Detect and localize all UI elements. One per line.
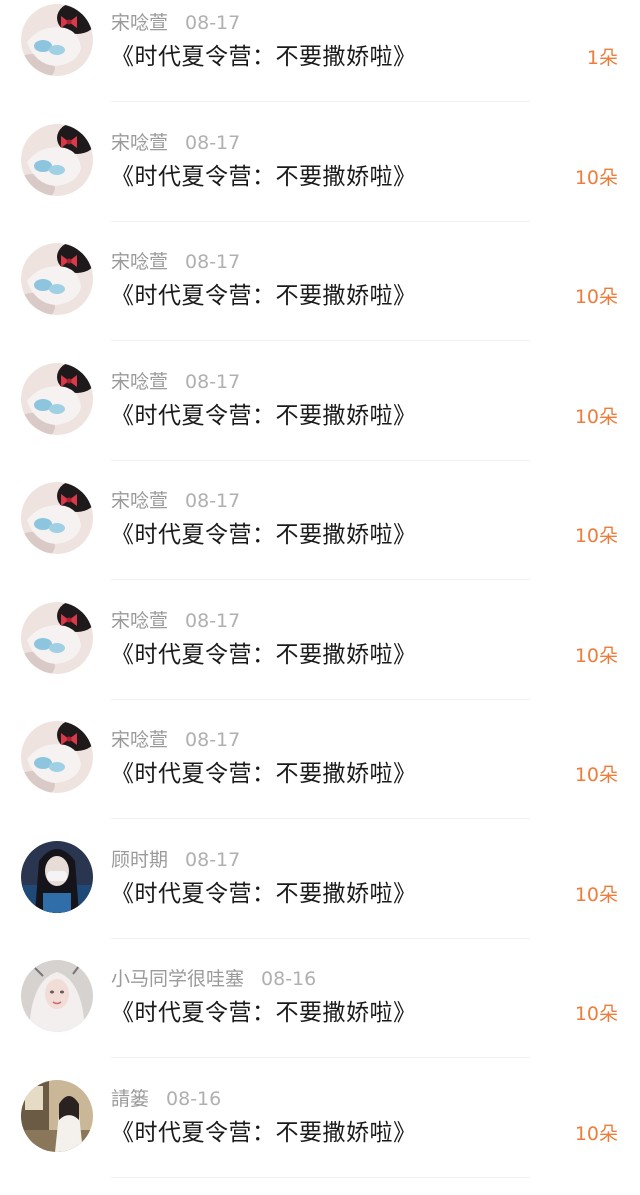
gift-amount: 10朵 [575,165,618,191]
avatar[interactable] [21,721,93,793]
send-date: 08-16 [261,968,316,990]
gift-amount: 10朵 [575,1121,618,1147]
gift-amount: 10朵 [575,882,618,908]
avatar[interactable] [21,243,93,315]
avatar[interactable] [21,602,93,674]
work-title: 《时代夏令营：不要撒娇啦》 [111,162,417,192]
gift-amount: 1朵 [587,45,618,71]
work-title: 《时代夏令营：不要撒娇啦》 [111,520,417,550]
row-divider [111,1177,530,1178]
avatar[interactable] [21,482,93,554]
list-item[interactable]: 宋唸萱 08-17 《时代夏令营：不要撒娇啦》 10朵 [0,598,640,718]
send-date: 08-17 [185,490,240,512]
sender-name[interactable]: 宋唸萱 [111,12,168,34]
avatar[interactable] [21,841,93,913]
work-title: 《时代夏令营：不要撒娇啦》 [111,1118,417,1148]
row-divider [111,221,530,222]
row-divider [111,699,530,700]
row-divider [111,340,530,341]
list-item[interactable]: 請篓 08-16 《时代夏令营：不要撒娇啦》 10朵 [0,1076,640,1195]
work-title: 《时代夏令营：不要撒娇啦》 [111,281,417,311]
gift-amount: 10朵 [575,762,618,788]
list-item[interactable]: 宋唸萱 08-17 《时代夏令营：不要撒娇啦》 10朵 [0,717,640,837]
row-divider [111,938,530,939]
list-item[interactable]: 小马同学很哇塞 08-16 《时代夏令营：不要撒娇啦》 10朵 [0,956,640,1076]
sender-name[interactable]: 請篓 [111,1088,149,1110]
row-divider [111,818,530,819]
sender-meta: 請篓 08-16 [111,1087,221,1111]
sender-meta: 小马同学很哇塞 08-16 [111,967,316,991]
sender-meta: 宋唸萱 08-17 [111,11,240,35]
sender-meta: 宋唸萱 08-17 [111,131,240,155]
work-title: 《时代夏令营：不要撒娇啦》 [111,879,417,909]
send-date: 08-17 [185,729,240,751]
row-divider [111,460,530,461]
send-date: 08-16 [166,1088,221,1110]
avatar[interactable] [21,124,93,196]
sender-meta: 顾时期 08-17 [111,848,240,872]
avatar[interactable] [21,1080,93,1152]
sender-name[interactable]: 宋唸萱 [111,610,168,632]
work-title: 《时代夏令营：不要撒娇啦》 [111,401,417,431]
sender-name[interactable]: 宋唸萱 [111,729,168,751]
list-item[interactable]: 宋唸萱 08-17 《时代夏令营：不要撒娇啦》 10朵 [0,359,640,479]
send-date: 08-17 [185,12,240,34]
gift-amount: 10朵 [575,284,618,310]
row-divider [111,1057,530,1058]
row-divider [111,579,530,580]
work-title: 《时代夏令营：不要撒娇啦》 [111,640,417,670]
gift-amount: 10朵 [575,1001,618,1027]
work-title: 《时代夏令营：不要撒娇啦》 [111,759,417,789]
row-divider [111,101,530,102]
work-title: 《时代夏令营：不要撒娇啦》 [111,998,417,1028]
send-date: 08-17 [185,610,240,632]
avatar[interactable] [21,363,93,435]
sender-name[interactable]: 宋唸萱 [111,490,168,512]
sender-meta: 宋唸萱 08-17 [111,609,240,633]
sender-meta: 宋唸萱 08-17 [111,489,240,513]
send-date: 08-17 [185,371,240,393]
sender-meta: 宋唸萱 08-17 [111,250,240,274]
sender-name[interactable]: 顾时期 [111,849,168,871]
list-item[interactable]: 顾时期 08-17 《时代夏令营：不要撒娇啦》 10朵 [0,837,640,957]
gift-amount: 10朵 [575,404,618,430]
send-date: 08-17 [185,849,240,871]
list-item[interactable]: 宋唸萱 08-17 《时代夏令营：不要撒娇啦》 10朵 [0,120,640,240]
send-date: 08-17 [185,132,240,154]
list-item[interactable]: 宋唸萱 08-17 《时代夏令营：不要撒娇啦》 10朵 [0,478,640,598]
work-title: 《时代夏令营：不要撒娇啦》 [111,42,417,72]
send-date: 08-17 [185,251,240,273]
sender-meta: 宋唸萱 08-17 [111,728,240,752]
gift-amount: 10朵 [575,643,618,669]
sender-name[interactable]: 小马同学很哇塞 [111,968,244,990]
sender-name[interactable]: 宋唸萱 [111,251,168,273]
list-item[interactable]: 宋唸萱 08-17 《时代夏令营：不要撒娇啦》 1朵 [0,0,640,120]
list-item[interactable]: 宋唸萱 08-17 《时代夏令营：不要撒娇啦》 10朵 [0,239,640,359]
gift-amount: 10朵 [575,523,618,549]
sender-name[interactable]: 宋唸萱 [111,371,168,393]
sender-meta: 宋唸萱 08-17 [111,370,240,394]
avatar[interactable] [21,960,93,1032]
avatar[interactable] [21,4,93,76]
sender-name[interactable]: 宋唸萱 [111,132,168,154]
